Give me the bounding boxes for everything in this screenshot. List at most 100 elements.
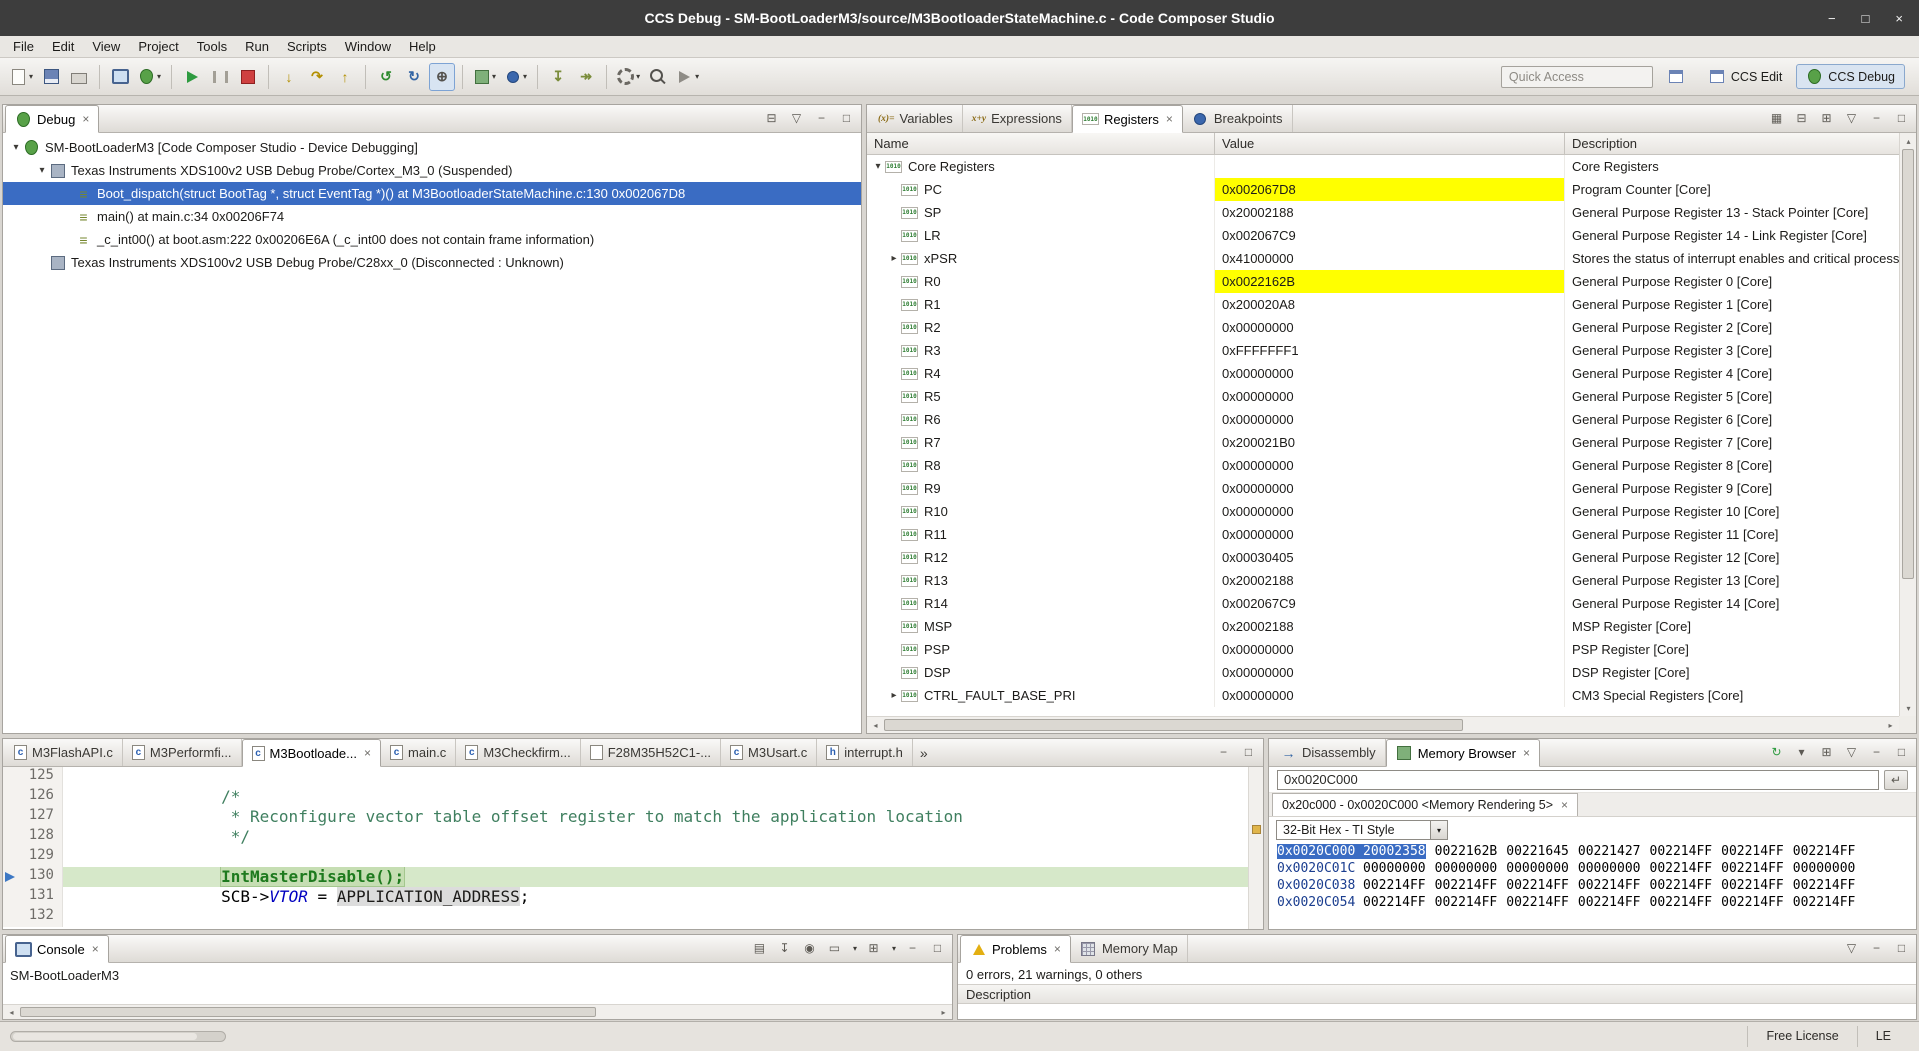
memory-word[interactable]: 00000000 xyxy=(1435,861,1498,876)
column-header-description[interactable]: Description xyxy=(1565,133,1899,154)
memory-word[interactable]: 002214FF xyxy=(1435,878,1498,893)
debug-tree-row[interactable]: _c_int00() at boot.asm:222 0x00206E6A (_… xyxy=(3,228,861,251)
memory-address-input[interactable] xyxy=(1277,770,1879,790)
close-icon[interactable] xyxy=(1561,798,1568,812)
tab-variables[interactable]: Variables xyxy=(869,105,963,132)
dropdown-arrow-icon[interactable]: ▾ xyxy=(892,944,896,953)
code-text[interactable] xyxy=(63,907,1248,927)
code-text[interactable]: */ xyxy=(63,827,1248,847)
memory-address[interactable]: 0x0020C000 xyxy=(1277,844,1363,859)
memory-word[interactable]: 002214FF xyxy=(1435,895,1498,910)
memory-word[interactable]: 20002358 xyxy=(1363,844,1426,859)
column-header-name[interactable]: Name xyxy=(867,133,1215,154)
debug-button[interactable]: ▾ xyxy=(135,63,164,91)
code-text[interactable]: SCB->VTOR = APPLICATION_ADDRESS; xyxy=(63,887,1248,907)
breakpoint-ruler[interactable] xyxy=(3,767,19,787)
scrollbar-thumb[interactable] xyxy=(884,719,1463,731)
tab-m3usart-c[interactable]: M3Usart.c xyxy=(721,739,817,766)
menu-project[interactable]: Project xyxy=(129,37,187,56)
register-row[interactable]: R130x20002188General Purpose Register 13… xyxy=(867,569,1899,592)
maximize-icon[interactable] xyxy=(929,940,946,957)
minimize-icon[interactable] xyxy=(1868,110,1885,127)
menu-run[interactable]: Run xyxy=(236,37,278,56)
memory-address[interactable]: 0x0020C038 xyxy=(1277,878,1363,893)
debug-tree-row[interactable]: ▾SM-BootLoaderM3 [Code Composer Studio -… xyxy=(3,136,861,159)
export-memory-icon[interactable] xyxy=(1818,744,1835,761)
register-row[interactable]: R30xFFFFFFF1General Purpose Register 3 [… xyxy=(867,339,1899,362)
memory-word[interactable]: 002214FF xyxy=(1650,844,1713,859)
collapse-all-icon[interactable] xyxy=(1793,110,1810,127)
memory-word[interactable]: 00000000 xyxy=(1578,861,1641,876)
restart-button[interactable] xyxy=(373,63,399,91)
tab-console[interactable]: Console xyxy=(5,935,109,963)
tab-m3flashapi-c[interactable]: M3FlashAPI.c xyxy=(5,739,123,766)
refresh-memory-icon[interactable] xyxy=(1768,744,1785,761)
memory-word[interactable]: 002214FF xyxy=(1578,895,1641,910)
register-row[interactable]: ▸CTRL_FAULT_BASE_PRI0x00000000CM3 Specia… xyxy=(867,684,1899,707)
save-button[interactable] xyxy=(38,63,64,91)
tab-expressions[interactable]: Expressions xyxy=(963,105,1072,132)
refresh-options-icon[interactable] xyxy=(1793,744,1810,761)
memory-address-go-button[interactable]: ↵ xyxy=(1884,770,1908,790)
collapse-all-icon[interactable] xyxy=(763,110,780,127)
minimize-icon[interactable] xyxy=(1868,940,1885,957)
minimize-icon[interactable] xyxy=(1215,744,1232,761)
breakpoint-ruler[interactable] xyxy=(3,907,19,927)
step-into-button[interactable] xyxy=(276,63,302,91)
tab-f28m35h52c1[interactable]: F28M35H52C1-... xyxy=(581,739,721,766)
breakpoint-button[interactable]: ▾ xyxy=(501,63,530,91)
editor-tab-overflow[interactable]: » xyxy=(913,745,935,761)
breakpoint-ruler[interactable] xyxy=(3,807,19,827)
register-row[interactable]: R140x002067C9General Purpose Register 14… xyxy=(867,592,1899,615)
register-row[interactable]: R120x00030405General Purpose Register 12… xyxy=(867,546,1899,569)
register-row[interactable]: SP0x20002188General Purpose Register 13 … xyxy=(867,201,1899,224)
memory-word[interactable]: 00221645 xyxy=(1506,844,1569,859)
breakpoint-ruler[interactable] xyxy=(3,827,19,847)
register-row[interactable]: PSP0x00000000PSP Register [Core] xyxy=(867,638,1899,661)
code-text[interactable] xyxy=(63,767,1248,787)
close-icon[interactable] xyxy=(1054,942,1061,956)
debug-tree-row[interactable]: Boot_dispatch(struct BootTag *, struct E… xyxy=(3,182,861,205)
resume-button[interactable] xyxy=(179,63,205,91)
scroll-down-arrow-icon[interactable]: ▾ xyxy=(1900,700,1917,716)
register-row[interactable]: R110x00000000General Purpose Register 11… xyxy=(867,523,1899,546)
tab-breakpoints[interactable]: Breakpoints xyxy=(1183,105,1293,132)
scrollbar-thumb[interactable] xyxy=(20,1007,596,1017)
overview-warning-marker[interactable] xyxy=(1252,825,1261,834)
tab-memory-map[interactable]: Memory Map xyxy=(1071,935,1188,962)
pin-console-icon[interactable] xyxy=(801,940,818,957)
problems-column-header[interactable]: Description xyxy=(958,984,1916,1004)
maximize-icon[interactable] xyxy=(1893,110,1910,127)
suspend-button[interactable] xyxy=(207,63,233,91)
minimize-icon[interactable] xyxy=(1868,744,1885,761)
close-icon[interactable] xyxy=(1523,746,1530,760)
tab-main-c[interactable]: main.c xyxy=(381,739,456,766)
minimize-icon[interactable] xyxy=(904,940,921,957)
memory-word[interactable]: 002214FF xyxy=(1650,878,1713,893)
scroll-lock-icon[interactable] xyxy=(776,940,793,957)
memory-address[interactable]: 0x0020C054 xyxy=(1277,895,1363,910)
connect-target-button[interactable] xyxy=(429,63,455,91)
memory-word[interactable]: 002214FF xyxy=(1506,878,1569,893)
expander-icon[interactable]: ▾ xyxy=(9,142,23,153)
layout-icon[interactable] xyxy=(1768,110,1785,127)
maximize-icon[interactable] xyxy=(838,110,855,127)
maximize-icon[interactable] xyxy=(1893,744,1910,761)
terminate-button[interactable] xyxy=(235,63,261,91)
register-row[interactable]: MSP0x20002188MSP Register [Core] xyxy=(867,615,1899,638)
memory-word[interactable]: 002214FF xyxy=(1650,861,1713,876)
register-row[interactable]: R50x00000000General Purpose Register 5 [… xyxy=(867,385,1899,408)
register-row[interactable]: R60x00000000General Purpose Register 6 [… xyxy=(867,408,1899,431)
scroll-right-arrow-icon[interactable]: ▸ xyxy=(1882,717,1899,733)
debug-tree-row[interactable]: ▾Texas Instruments XDS100v2 USB Debug Pr… xyxy=(3,159,861,182)
menu-view[interactable]: View xyxy=(83,37,129,56)
memory-word[interactable]: 002214FF xyxy=(1578,878,1641,893)
memory-format-select[interactable]: 32-Bit Hex - TI Style xyxy=(1276,820,1448,840)
view-menu-icon[interactable] xyxy=(788,110,805,127)
settings-button[interactable]: ▾ xyxy=(614,63,643,91)
close-icon[interactable] xyxy=(1166,112,1173,126)
perspective-ccs-debug[interactable]: CCS Debug xyxy=(1796,64,1905,89)
register-row[interactable]: R20x00000000General Purpose Register 2 [… xyxy=(867,316,1899,339)
target-configurations-button[interactable] xyxy=(107,63,133,91)
scrollbar-thumb[interactable] xyxy=(1902,149,1914,579)
